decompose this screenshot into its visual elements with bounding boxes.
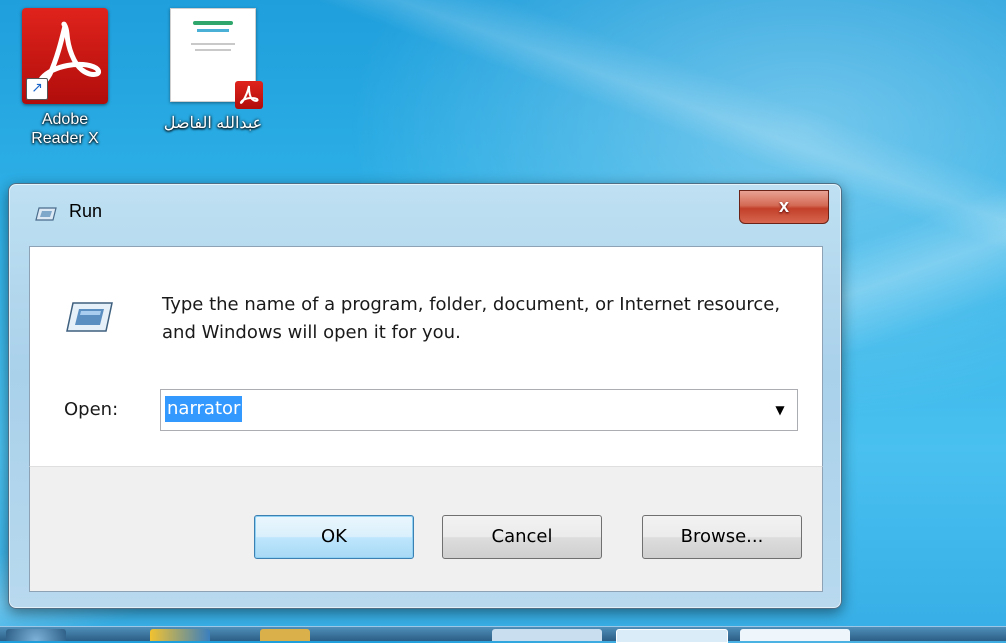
browse-button[interactable]: Browse...: [642, 515, 802, 559]
dialog-description: Type the name of a program, folder, docu…: [162, 294, 781, 343]
taskbar-item-run[interactable]: [616, 629, 728, 643]
start-button[interactable]: [6, 629, 66, 641]
shortcut-arrow-icon: ↗: [26, 78, 48, 100]
title-bar[interactable]: Run x: [9, 184, 841, 246]
taskbar-item-other[interactable]: [740, 629, 850, 641]
window-title: Run: [69, 201, 103, 221]
open-combobox[interactable]: narrator ▼: [160, 389, 798, 431]
ok-button[interactable]: OK: [254, 515, 414, 559]
taskbar-item-ie[interactable]: [150, 629, 210, 641]
desktop-icon-label-line1: Adobe: [41, 111, 89, 128]
adobe-reader-icon: ↗: [22, 8, 108, 104]
pdf-badge-icon: [235, 81, 263, 109]
dialog-footer: OK Cancel Browse...: [29, 466, 823, 592]
dialog-content: Type the name of a program, folder, docu…: [29, 246, 823, 467]
taskbar-item-app[interactable]: [492, 629, 602, 641]
dropdown-arrow-icon[interactable]: ▼: [771, 398, 789, 422]
run-dialog: Run x Type the name of a program, folder…: [8, 183, 842, 609]
desktop-icon-label-line2: Reader X: [31, 130, 99, 147]
run-icon: [66, 302, 113, 332]
desktop-icon-pdf-document[interactable]: عبدالله الفاضل: [158, 2, 268, 133]
open-input[interactable]: narrator: [165, 396, 243, 422]
cancel-button[interactable]: Cancel: [442, 515, 602, 559]
pdf-document-icon: [170, 8, 263, 109]
taskbar: [0, 626, 1006, 643]
run-icon-small: [35, 207, 57, 221]
taskbar-item-explorer[interactable]: [260, 629, 310, 641]
open-label: Open:: [64, 399, 119, 420]
close-button[interactable]: x: [739, 190, 829, 224]
desktop-icon-adobe-reader[interactable]: ↗ Adobe Reader X: [10, 8, 120, 148]
desktop-icon-label: عبدالله الفاضل: [163, 115, 263, 132]
